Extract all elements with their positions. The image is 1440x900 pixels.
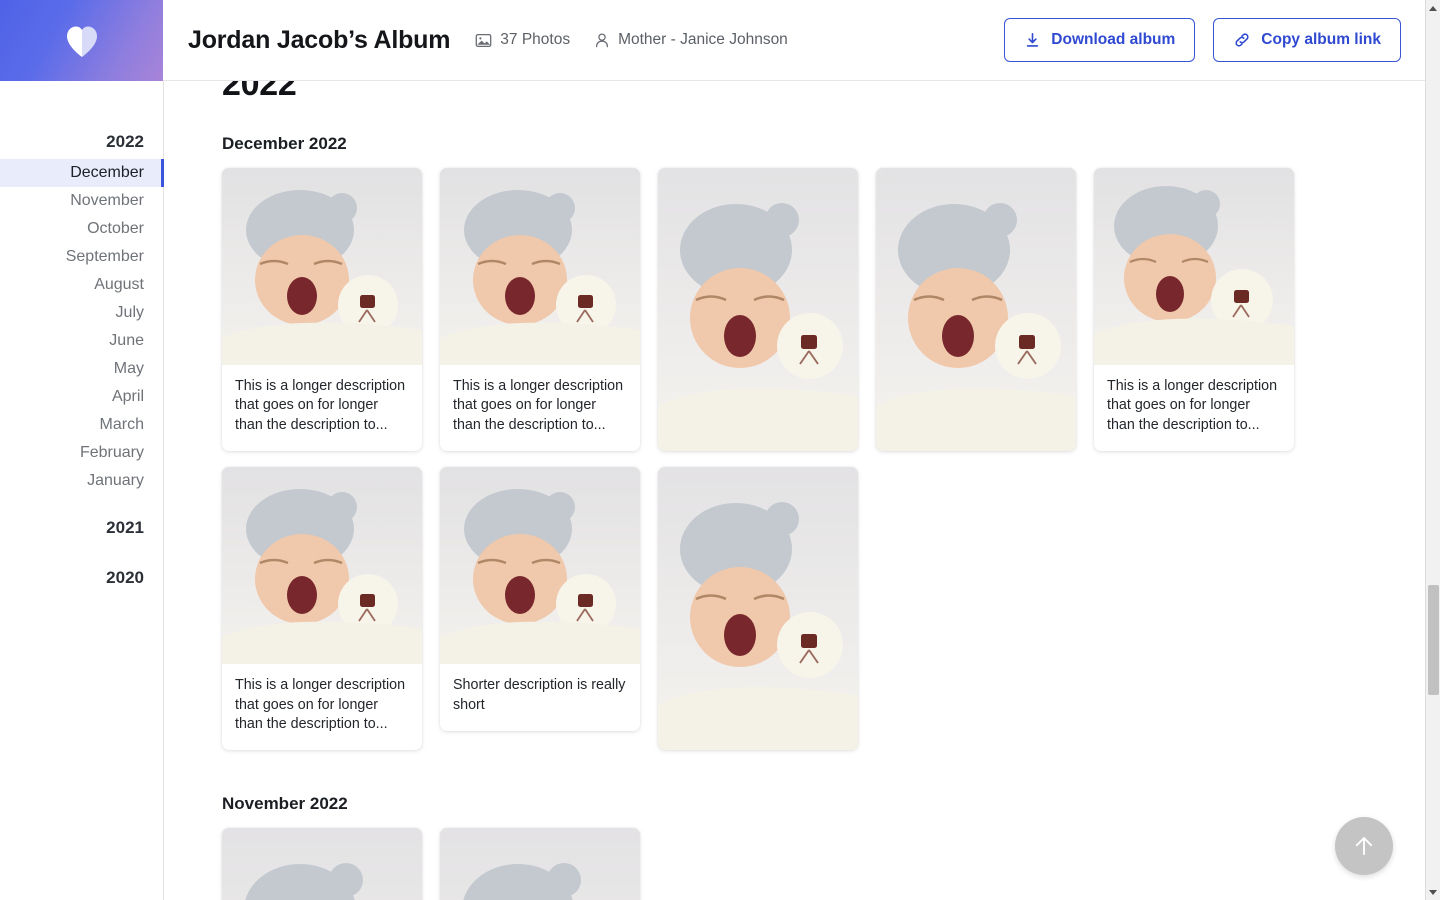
app-logo[interactable] <box>0 0 163 81</box>
app-header: Jordan Jacob’s Album 37 Photos Mother - … <box>0 0 1425 81</box>
photo-card[interactable] <box>876 168 1076 451</box>
scroll-to-top-button[interactable] <box>1335 817 1393 875</box>
photo-card[interactable] <box>658 467 858 751</box>
header-content: Jordan Jacob’s Album 37 Photos Mother - … <box>163 0 1425 80</box>
photo-thumbnail <box>222 467 422 665</box>
sidebar-item-november[interactable]: November <box>0 187 163 215</box>
photo-count: 37 Photos <box>475 31 570 49</box>
header-actions: Download album Copy album link <box>1004 18 1401 62</box>
sidebar-item-august[interactable]: August <box>0 271 163 299</box>
photo-thumbnail <box>222 828 422 900</box>
photo-caption: This is a longer description that goes o… <box>235 378 406 433</box>
photo-thumbnail <box>1094 168 1294 365</box>
image-icon <box>475 33 492 47</box>
person-icon <box>596 32 609 47</box>
album-owner-label: Mother - Janice Johnson <box>618 31 788 48</box>
year-heading: 2022 <box>222 81 297 103</box>
photo-card[interactable]: This is a longer description that goes o… <box>222 467 422 751</box>
download-icon <box>1027 32 1039 47</box>
photo-thumbnail <box>440 828 640 900</box>
photo-thumbnail <box>876 168 1076 451</box>
link-icon <box>1235 33 1249 47</box>
photo-count-label: 37 Photos <box>500 31 571 48</box>
photo-card[interactable]: Shorter description is really short <box>440 467 640 732</box>
photo-grid-december: This is a longer description that goes o… <box>222 168 1425 751</box>
photo-caption: This is a longer description that goes o… <box>453 378 624 433</box>
sidebar-item-february[interactable]: February <box>0 439 163 467</box>
photo-card[interactable]: This is a longer description that goes o… <box>222 168 422 452</box>
download-album-label: Download album <box>1051 31 1176 48</box>
photo-card[interactable] <box>222 828 422 900</box>
sidebar-year-2020[interactable]: 2020 <box>0 561 163 595</box>
sidebar-item-december[interactable]: December <box>0 159 164 187</box>
photo-card[interactable]: This is a longer description that goes o… <box>440 168 640 452</box>
copy-album-link-button[interactable]: Copy album link <box>1213 18 1401 62</box>
chevron-down-icon <box>1429 889 1437 895</box>
album-owner: Mother - Janice Johnson <box>594 31 788 49</box>
sidebar-item-october[interactable]: October <box>0 215 163 243</box>
page-scrollbar[interactable] <box>1425 0 1440 900</box>
scrollbar-thumb[interactable] <box>1428 585 1439 695</box>
section-heading-november: November 2022 <box>222 794 348 814</box>
scrollbar-down-button[interactable] <box>1426 884 1440 900</box>
photo-card[interactable] <box>440 828 640 900</box>
album-meta: 37 Photos Mother - Janice Johnson <box>475 31 788 49</box>
sidebar-item-january[interactable]: January <box>0 467 163 495</box>
photo-caption: This is a longer description that goes o… <box>235 677 406 733</box>
photo-thumbnail <box>440 168 640 365</box>
heart-icon <box>66 26 97 57</box>
photo-grid-area: 2022 December 2022 This is a longer desc… <box>164 81 1425 900</box>
sidebar-item-june[interactable]: June <box>0 327 163 355</box>
photo-thumbnail <box>658 467 858 751</box>
sidebar-year-2022[interactable]: 2022 <box>0 125 163 159</box>
photo-album-page: Jordan Jacob’s Album 37 Photos Mother - … <box>0 0 1440 900</box>
photo-grid-november <box>222 828 1425 900</box>
scrollbar-up-button[interactable] <box>1426 0 1440 16</box>
sidebar-item-march[interactable]: March <box>0 411 163 439</box>
download-album-button[interactable]: Download album <box>1004 18 1196 62</box>
sidebar-item-september[interactable]: September <box>0 243 163 271</box>
photo-card[interactable] <box>658 168 858 451</box>
page-title: Jordan Jacob’s Album <box>188 25 451 54</box>
photo-caption: Shorter description is really short <box>453 677 626 713</box>
photo-thumbnail <box>222 168 422 365</box>
timeline-sidebar: 2022 December November October September… <box>0 81 164 900</box>
section-heading-december: December 2022 <box>222 134 347 153</box>
photo-thumbnail <box>658 168 858 451</box>
photo-thumbnail <box>440 467 640 665</box>
sidebar-item-july[interactable]: July <box>0 299 163 327</box>
copy-album-link-label: Copy album link <box>1261 31 1381 48</box>
sidebar-year-2021[interactable]: 2021 <box>0 511 163 545</box>
photo-caption: This is a longer description that goes o… <box>1107 378 1278 433</box>
photo-card[interactable]: This is a longer description that goes o… <box>1094 168 1294 452</box>
chevron-up-icon <box>1429 5 1437 11</box>
sidebar-item-may[interactable]: May <box>0 355 163 383</box>
arrow-up-icon <box>1355 837 1373 855</box>
sidebar-item-april[interactable]: April <box>0 383 163 411</box>
